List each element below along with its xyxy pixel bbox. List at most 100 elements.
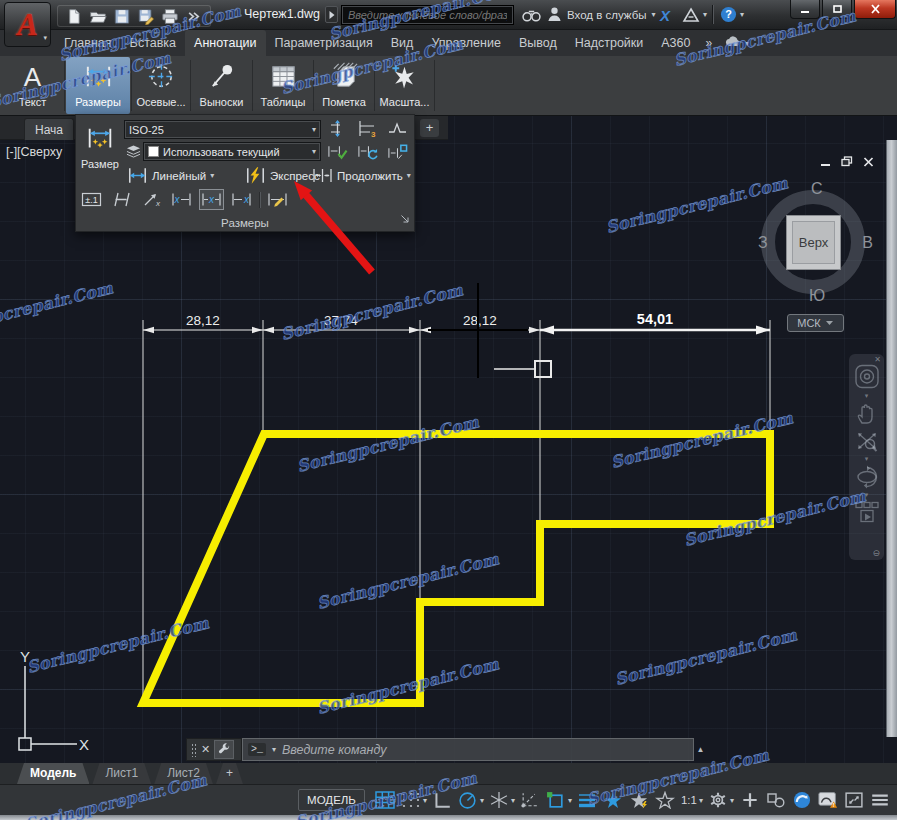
- justify-right-icon[interactable]: x: [229, 189, 254, 210]
- panel-centerlines[interactable]: Осевые...: [133, 57, 189, 114]
- command-expand-icon[interactable]: ▲: [694, 738, 707, 761]
- panel-dimensions[interactable]: Размеры: [66, 57, 130, 114]
- autoscale-toggle[interactable]: [629, 789, 650, 811]
- layout-tab-new[interactable]: +: [216, 763, 243, 784]
- clean-screen-button[interactable]: [843, 789, 864, 811]
- panel-expand-icon[interactable]: [401, 209, 409, 227]
- navbar-caret-icon[interactable]: ▾: [865, 392, 869, 400]
- annotation-scale-button[interactable]: [655, 789, 676, 811]
- adjust-space-icon[interactable]: [327, 119, 348, 138]
- annotation-visibility-toggle[interactable]: [603, 789, 624, 811]
- tab-output[interactable]: Вывод: [510, 30, 566, 56]
- text-angle-icon[interactable]: x: [139, 189, 164, 210]
- command-settings-button[interactable]: [214, 740, 234, 759]
- break-dim-icon[interactable]: [387, 119, 408, 138]
- navbar-caret-icon[interactable]: ▾: [865, 491, 869, 499]
- hardware-warning-button[interactable]: !: [817, 789, 838, 811]
- maximize-button[interactable]: [822, 0, 852, 19]
- panel-annotation-scaling[interactable]: Масшта...: [376, 57, 433, 114]
- polyline-shape[interactable]: [143, 434, 770, 703]
- reassociate-dim-icon[interactable]: [387, 142, 408, 161]
- command-line-grip[interactable]: ✕: [186, 738, 242, 761]
- dim-label-3[interactable]: 28,12: [463, 313, 497, 328]
- workspace-gear-button[interactable]: ▾: [708, 789, 734, 811]
- update-dim-icon[interactable]: [357, 142, 378, 161]
- tab-view[interactable]: Вид: [382, 30, 423, 56]
- model-space-button[interactable]: МОДЕЛЬ: [298, 789, 365, 811]
- dimension-button[interactable]: Размер: [78, 118, 122, 184]
- expand-more-icon[interactable]: [185, 8, 203, 25]
- customization-button[interactable]: [869, 789, 890, 811]
- view-cube-north[interactable]: С: [811, 180, 823, 198]
- tab-manage[interactable]: Управление: [422, 30, 510, 56]
- exchange-apps-icon[interactable]: X: [656, 7, 674, 27]
- tolerance-icon[interactable]: ±.1: [79, 189, 104, 210]
- layout-tab-model[interactable]: Модель: [17, 763, 89, 784]
- close-button[interactable]: [854, 0, 896, 19]
- command-line-bar[interactable]: ✕ >_ ▾ Введите команду ▲: [186, 738, 707, 761]
- help-button[interactable]: ?▾: [720, 0, 744, 29]
- dim-style-combo[interactable]: ISO-25▾: [124, 120, 321, 139]
- navigation-bar[interactable]: ✕ ⊖ ▾ ▾ ▾: [849, 354, 884, 560]
- view-cube-south[interactable]: Ю: [809, 287, 825, 305]
- panel-leaders[interactable]: Выноски: [192, 57, 251, 114]
- view-cube[interactable]: С В Ю З Верх: [757, 182, 873, 302]
- pan-icon[interactable]: [854, 401, 880, 427]
- view-cube-east[interactable]: В: [862, 234, 873, 252]
- check-dim-icon[interactable]: [327, 142, 348, 161]
- minimize-button[interactable]: [790, 0, 820, 19]
- doc-tab-scroll-button[interactable]: [325, 6, 338, 23]
- search-icon[interactable]: [521, 7, 542, 27]
- orbit-icon[interactable]: [853, 464, 881, 490]
- graphics-performance-toggle[interactable]: [791, 789, 812, 811]
- save-icon[interactable]: [113, 8, 131, 25]
- command-input[interactable]: >_ ▾ Введите команду: [242, 738, 694, 761]
- status-plus-button[interactable]: [739, 789, 760, 811]
- baseline-dim-icon[interactable]: 3: [357, 119, 378, 138]
- open-file-icon[interactable]: [89, 8, 107, 25]
- wcs-badge[interactable]: МСК: [787, 314, 844, 332]
- sign-in-button[interactable]: Вход в службы▾: [547, 0, 656, 29]
- view-cube-west[interactable]: З: [758, 234, 768, 252]
- oblique-icon[interactable]: [109, 189, 134, 210]
- snap-mode-toggle[interactable]: ▾: [401, 789, 427, 811]
- drawing-minimize-icon[interactable]: [820, 153, 831, 171]
- layout-tab-list1[interactable]: Лист1: [92, 763, 151, 784]
- viewport-label[interactable]: [-][Сверху: [6, 145, 78, 159]
- save-as-icon[interactable]: [137, 8, 155, 25]
- polar-tracking-toggle[interactable]: ▾: [458, 789, 484, 811]
- panel-tables[interactable]: Таблицы: [254, 57, 312, 114]
- navbar-caret-icon[interactable]: ▾: [865, 455, 869, 463]
- panel-markup[interactable]: Пометка: [315, 57, 373, 114]
- file-tab-new-button[interactable]: +: [420, 119, 439, 137]
- search-input[interactable]: [341, 5, 514, 25]
- tab-addins[interactable]: Надстройки: [566, 30, 653, 56]
- linear-dim-button[interactable]: Линейный▾: [125, 165, 216, 186]
- dim-label-4[interactable]: 54,01: [637, 311, 673, 327]
- dim-label-2[interactable]: 37,74: [324, 313, 358, 328]
- showmotion-icon[interactable]: [853, 500, 881, 525]
- lineweight-toggle[interactable]: [577, 789, 598, 811]
- navbar-collapse-icon[interactable]: ⊖: [872, 548, 880, 558]
- vertical-scrollbar[interactable]: [886, 140, 897, 737]
- object-snap-toggle[interactable]: ▾: [546, 789, 572, 811]
- app-menu-button[interactable]: A▾: [4, 2, 51, 47]
- drag-grip-icon[interactable]: [191, 743, 197, 757]
- navwheel-icon[interactable]: [852, 364, 882, 391]
- scale-value-button[interactable]: 1:1▾: [681, 789, 703, 811]
- drawing-close-icon[interactable]: [863, 153, 874, 171]
- tab-parametric[interactable]: Параметризация: [266, 30, 382, 56]
- justify-center-icon[interactable]: x: [199, 189, 224, 210]
- a360-button[interactable]: ▾: [682, 0, 707, 29]
- connect-cloud-icon[interactable]: ▾: [718, 30, 755, 56]
- navbar-close-icon[interactable]: ✕: [874, 355, 881, 364]
- tab-annotate[interactable]: Аннотации: [185, 30, 265, 56]
- panel-text[interactable]: AТекст: [2, 57, 63, 114]
- ortho-toggle[interactable]: [432, 789, 453, 811]
- isolate-objects-button[interactable]: [765, 789, 786, 811]
- new-file-icon[interactable]: [65, 8, 83, 25]
- tab-home[interactable]: Главная: [55, 30, 121, 56]
- command-close-icon[interactable]: ✕: [201, 744, 210, 755]
- tab-insert[interactable]: Вставка: [121, 30, 185, 56]
- dim-layer-combo[interactable]: Использовать текущий▾: [143, 142, 321, 161]
